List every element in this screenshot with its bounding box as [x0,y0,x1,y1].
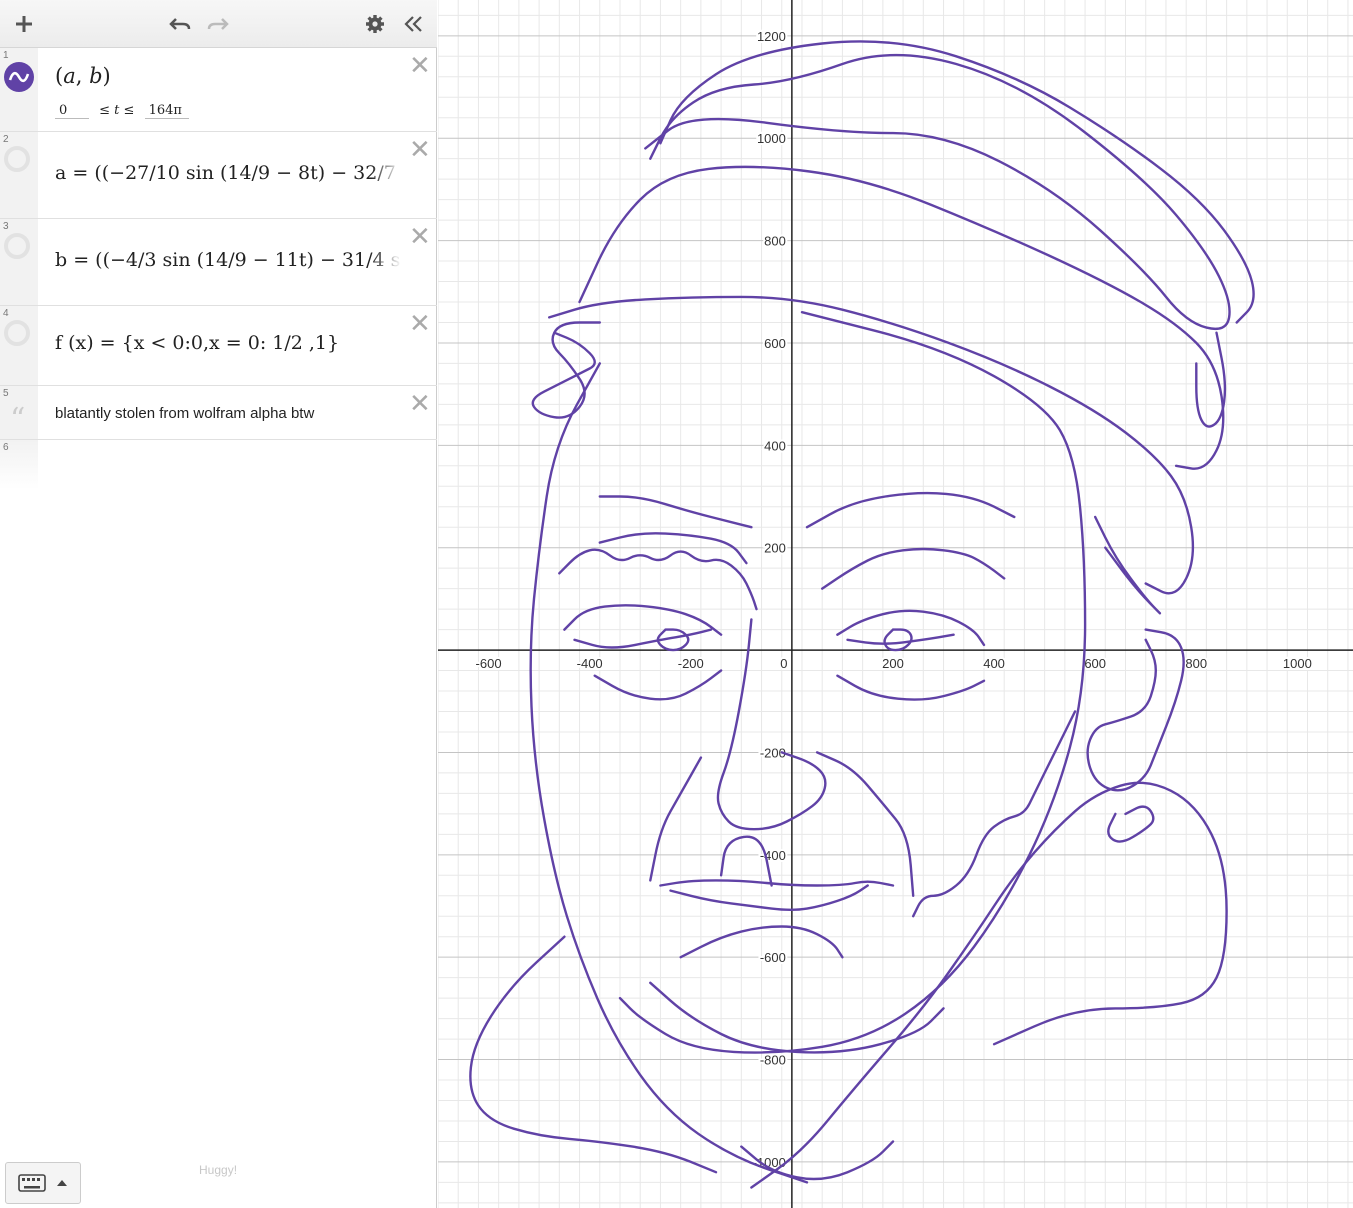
expression-gutter: 5 “ [0,386,38,439]
expression-row[interactable]: 1 (a, b) 0 ≤ t ≤ 164π ✕ [0,48,437,132]
quote-icon: “ [10,402,26,437]
curve-stroke-mouth-top [659,879,895,887]
tick-label: 800 [1185,656,1207,671]
curve-stroke-cap-lower [578,165,1225,470]
expression-index: 5 [3,388,9,399]
expression-gutter: 3 [0,219,38,305]
tick-label: 1200 [757,29,786,44]
math-var-b: b [89,64,103,88]
curve-stroke-mouth-line [669,884,869,912]
grid-lines [438,0,1353,1208]
overflow-fade [371,249,401,273]
range-max-input[interactable]: 164π [144,103,189,119]
expression-index: 2 [3,134,9,145]
hidden-toggle-icon[interactable] [4,320,30,346]
graph-paper[interactable]: -600-600 -400-400 -200-200 00 200200 400400 60… [438,0,1353,1208]
tick-label: 600 [764,336,786,351]
redo-icon[interactable] [202,8,234,40]
curve-stroke-brow-left-top [598,495,753,529]
tick-label: -600 [760,950,786,965]
math-paren-open: ( [55,64,64,88]
parametric-curve-icon[interactable] [4,62,34,92]
expression-toolbar [0,0,437,48]
delete-expression-icon[interactable]: ✕ [409,137,431,163]
curve-stroke-eye-left-lower [573,628,713,649]
curve-stroke-eye-left-under [593,669,723,701]
curve-stroke-eye-left [563,604,723,636]
expression-math[interactable]: (a, b) [55,64,400,88]
curve-stroke-cap-brim [644,53,1231,331]
expression-math[interactable]: f (x) = {x < 0:0,x = 0: 1/2 ,1} [55,332,400,354]
delete-expression-icon[interactable]: ✕ [409,391,431,417]
note-text[interactable]: blatantly stolen from wolfram alpha btw [55,405,314,422]
range-min-input[interactable]: 0 [55,103,89,119]
curve-stroke-nose-bridge [716,618,827,831]
hidden-toggle-icon[interactable] [4,146,30,172]
parameter-range: 0 ≤ t ≤ 164π [55,103,189,119]
delete-expression-icon[interactable]: ✕ [409,224,431,250]
expression-math[interactable]: a = ((−27/10 sin (14/9 − 8t) − 32/7 sin … [55,162,400,184]
expression-index: 3 [3,221,9,232]
tick-label: 1000 [757,131,786,146]
curve-stroke-eye-right-lower [846,633,955,645]
footer-text: Huggy! [199,1163,238,1177]
parametric-curve [469,40,1255,1189]
plus-icon[interactable] [8,8,40,40]
curve-stroke-brow-right-top [805,491,1016,529]
curve-stroke-brow-left-arc [598,532,748,565]
expression-gutter: 2 [0,132,38,218]
curve-stroke-brow-left [558,548,758,611]
curve-stroke-nose-right [815,751,915,897]
math-var-a: a [63,64,76,88]
curve-stroke-cap-outer [659,40,1255,324]
tick-label: 200 [882,656,904,671]
tick-label: -400 [577,656,603,671]
gear-icon[interactable] [359,8,391,40]
tick-label: -200 [678,656,704,671]
tick-label: 0 [780,656,787,671]
keyboard-icon [18,1174,46,1192]
tick-label: 600 [1084,656,1106,671]
expression-math[interactable]: b = ((−4/3 sin (14/9 − 11t) − 31/4 sin (… [55,249,400,271]
curve-stroke-beard-detail [1107,805,1155,843]
curve-stroke-shoulder-left [469,935,718,1174]
expression-index: 4 [3,308,9,319]
range-label: ≤ t ≤ [99,103,135,118]
curve-stroke-brow-right [821,547,1006,590]
note-row[interactable]: 5 “ blatantly stolen from wolfram alpha … [0,386,437,440]
hidden-toggle-icon[interactable] [4,233,30,259]
curve-stroke-hair-left [531,321,601,419]
tick-label: 800 [764,234,786,249]
expression-index: 6 [3,442,9,453]
tick-label: 400 [764,438,786,453]
math-comma: , [75,64,90,88]
expression-row[interactable]: 4 f (x) = {x < 0:0,x = 0: 1/2 ,1} ✕ [0,306,437,386]
curve-stroke-face-right [618,311,1087,1054]
tick-label: -800 [760,1053,786,1068]
caret-up-icon [57,1180,67,1186]
tick-label: -600 [476,656,502,671]
tick-label: 400 [983,656,1005,671]
curve-stroke-ear [1086,628,1185,792]
expression-row[interactable]: 3 b = ((−4/3 sin (14/9 − 11t) − 31/4 sin… [0,219,437,306]
expression-sidebar: 1 (a, b) 0 ≤ t ≤ 164π ✕ 2 a = ((−27/10 s… [0,0,437,1208]
math-paren-close: ) [102,64,111,88]
delete-expression-icon[interactable]: ✕ [409,311,431,337]
delete-expression-icon[interactable]: ✕ [409,53,431,79]
expression-gutter: 4 [0,306,38,385]
axes [438,0,1353,1208]
overflow-fade [371,162,401,186]
tick-label: 1000 [1283,656,1312,671]
expression-gutter: 1 [0,48,38,131]
tick-label: 200 [764,541,786,556]
empty-expression-gutter[interactable]: 6 [0,440,38,490]
undo-icon[interactable] [164,8,196,40]
curve-stroke-eye-right-under [836,674,986,701]
curve-stroke-iris-right [883,628,913,652]
expression-row[interactable]: 2 a = ((−27/10 sin (14/9 − 8t) − 32/7 si… [0,132,437,219]
expression-index: 1 [3,50,9,61]
curve-stroke-nose-left [649,756,703,882]
double-chevron-left-icon[interactable] [397,8,429,40]
keyboard-toggle-button[interactable] [5,1162,81,1204]
